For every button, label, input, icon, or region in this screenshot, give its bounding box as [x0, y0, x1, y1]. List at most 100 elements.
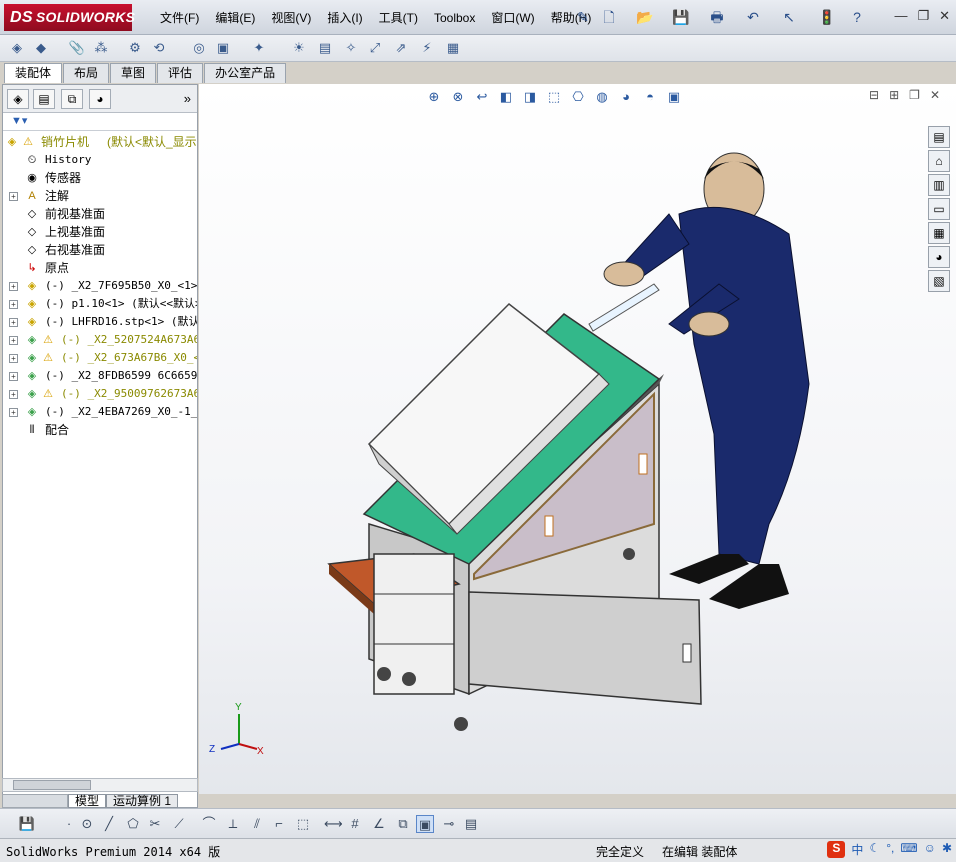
tab-evaluate[interactable]: 评估: [157, 63, 204, 83]
file-explorer-icon[interactable]: ▭: [928, 198, 950, 220]
menu-edit[interactable]: 编辑(E): [207, 10, 263, 26]
sketch-fillet-icon[interactable]: ⌒: [200, 815, 218, 833]
solidworks-resources-icon[interactable]: ▤: [928, 126, 950, 148]
exploded-view-icon[interactable]: ✧: [342, 39, 360, 57]
tree-item-top-plane[interactable]: ◇ 上视基准面: [3, 223, 197, 241]
sogou-logo[interactable]: S: [827, 841, 846, 858]
zoom-to-area-icon[interactable]: ⊗: [449, 88, 467, 106]
take-snapshot-icon[interactable]: ▦: [444, 39, 462, 57]
tab-sketch[interactable]: 草图: [110, 63, 157, 83]
new-part-icon[interactable]: ◆: [32, 39, 50, 57]
trim-icon[interactable]: ✂: [146, 815, 164, 833]
save-icon[interactable]: 💾: [672, 8, 690, 26]
save-icon[interactable]: 💾: [18, 815, 36, 833]
settings-icon[interactable]: ✱: [942, 841, 952, 858]
filter-icon[interactable]: ▼▾: [11, 114, 27, 127]
bill-of-materials-icon[interactable]: ▤: [316, 39, 334, 57]
display-style-icon[interactable]: ⎔: [569, 88, 587, 106]
smart-fasteners-icon[interactable]: ⚙: [126, 39, 144, 57]
instant3d-icon[interactable]: ⇗: [392, 39, 410, 57]
tree-item-annotations[interactable]: + A 注解: [3, 187, 197, 205]
print-icon[interactable]: 🖶: [708, 8, 726, 26]
link-values-icon[interactable]: ⊸: [440, 815, 458, 833]
tree-item-component[interactable]: + ◈ (-) _X2_7F695B50_X0_<1> (默: [3, 277, 197, 295]
expand-toggle-icon[interactable]: +: [9, 372, 18, 381]
graphics-area[interactable]: Y X Z ⊕ ⊗ ↩ ◧ ◨ ⬚ ⎔ ◍ ◕ ◓ ▣ ⊟ ⊞ ❐ ✕ ▤ ⌂ …: [199, 84, 956, 794]
menu-view[interactable]: 视图(V): [263, 10, 319, 26]
dynamic-annotation-icon[interactable]: ◨: [521, 88, 539, 106]
pin-icon[interactable]: ✎: [574, 8, 592, 26]
expand-toggle-icon[interactable]: +: [9, 192, 18, 201]
tree-item-right-plane[interactable]: ◇ 右视基准面: [3, 241, 197, 259]
explode-line-icon[interactable]: ⤢: [366, 39, 384, 57]
user-icon[interactable]: ☺: [924, 841, 936, 858]
tab-office-products[interactable]: 办公室产品: [204, 63, 287, 83]
circle-icon[interactable]: ⊙: [78, 815, 96, 833]
expand-toggle-icon[interactable]: +: [9, 408, 18, 417]
keyboard-icon[interactable]: ⌨: [900, 841, 917, 858]
shaded-view-icon[interactable]: ▣: [416, 815, 434, 833]
home-icon[interactable]: ⌂: [928, 150, 950, 172]
feature-tree-icon[interactable]: ◈: [7, 89, 29, 109]
property-manager-icon[interactable]: ▤: [33, 89, 55, 109]
minimize-icon[interactable]: —: [894, 8, 907, 24]
view-settings-icon[interactable]: ▣: [665, 88, 683, 106]
move-component-icon[interactable]: ⟲: [150, 39, 168, 57]
expand-toggle-icon[interactable]: +: [9, 300, 18, 309]
line-icon[interactable]: ╱: [100, 815, 118, 833]
tree-item-component[interactable]: + ◈ ⚠ (-) _X2_673A67B6_X0_<1: [3, 349, 197, 367]
box-icon[interactable]: ⧉: [394, 815, 412, 833]
ime-chinese-mode[interactable]: 中: [851, 841, 863, 858]
tab-assembly[interactable]: 装配体: [4, 63, 63, 83]
tree-item-component[interactable]: + ◈ ⚠ (-) _X2_5207524A673A678: [3, 331, 197, 349]
open-folder-icon[interactable]: 📂: [636, 8, 654, 26]
view-palette-icon[interactable]: ▦: [928, 222, 950, 244]
assembly-model-view[interactable]: Y X Z: [199, 84, 956, 794]
polygon-icon[interactable]: ⬠: [124, 815, 142, 833]
configuration-manager-icon[interactable]: ⧉: [61, 89, 83, 109]
dashed-rectangle-icon[interactable]: ⬚: [294, 815, 312, 833]
design-library-icon[interactable]: ▥: [928, 174, 950, 196]
section-view-icon[interactable]: ◧: [497, 88, 515, 106]
assembly-features-icon[interactable]: ▣: [214, 39, 232, 57]
expand-toggle-icon[interactable]: +: [9, 282, 18, 291]
appearances-icon[interactable]: ◕: [928, 246, 950, 268]
new-motion-study-icon[interactable]: ☀: [290, 39, 308, 57]
moon-icon[interactable]: ☾: [869, 841, 880, 858]
help-icon[interactable]: ?: [848, 8, 866, 26]
tree-item-front-plane[interactable]: ◇ 前视基准面: [3, 205, 197, 223]
restore-viewport-icon[interactable]: ❐: [909, 88, 920, 102]
split-vertical-icon[interactable]: ⊟: [869, 88, 879, 102]
tree-item-component[interactable]: + ◈ (-) _X2_8FDB6599 6C665997: [3, 367, 197, 385]
new-document-icon[interactable]: 🗋: [600, 8, 618, 26]
menu-file[interactable]: 文件(F): [152, 10, 207, 26]
close-icon[interactable]: ✕: [939, 8, 950, 24]
grid-icon[interactable]: #: [346, 815, 364, 833]
split-horizontal-icon[interactable]: ⊞: [889, 88, 899, 102]
menu-insert[interactable]: 插入(I): [319, 10, 370, 26]
tree-item-component[interactable]: + ◈ ⚠ (-) _X2_95009762673A678: [3, 385, 197, 403]
tree-item-mates[interactable]: ⫴ 配合: [3, 421, 197, 439]
mirror-entities-icon[interactable]: ⫽: [248, 815, 266, 833]
centerline-icon[interactable]: ⟋: [170, 815, 188, 833]
tab-layout[interactable]: 布局: [63, 63, 110, 83]
update-speedpak-icon[interactable]: ⚡: [418, 39, 436, 57]
offset-entities-icon[interactable]: ⟂: [224, 815, 242, 833]
tab-motion-study[interactable]: 运动算例 1: [106, 794, 179, 808]
solidworks-logo[interactable]: DS SOLIDWORKS: [4, 4, 135, 31]
show-hidden-icon[interactable]: ◎: [190, 39, 208, 57]
angle-icon[interactable]: ∠: [370, 815, 388, 833]
tree-root[interactable]: ◈ ⚠ 销竹片机 (默认<默认_显示状态-1>): [3, 133, 197, 151]
tree-item-component[interactable]: + ◈ (-) LHFRD16.stp<1> (默认<: [3, 313, 197, 331]
tree-item-history[interactable]: ⏲ History: [3, 151, 197, 169]
tab-navigation-arrows[interactable]: [2, 794, 68, 808]
linear-pattern-icon[interactable]: ⁂: [92, 39, 110, 57]
table-icon[interactable]: ▤: [462, 815, 480, 833]
punctuation-icon[interactable]: °,: [886, 841, 894, 858]
menu-toolbox[interactable]: Toolbox: [426, 10, 483, 26]
menu-tools[interactable]: 工具(T): [371, 10, 426, 26]
mate-icon[interactable]: 📎: [68, 39, 86, 57]
expand-toggle-icon[interactable]: +: [9, 336, 18, 345]
menu-window[interactable]: 窗口(W): [483, 10, 542, 26]
previous-view-icon[interactable]: ↩: [473, 88, 491, 106]
